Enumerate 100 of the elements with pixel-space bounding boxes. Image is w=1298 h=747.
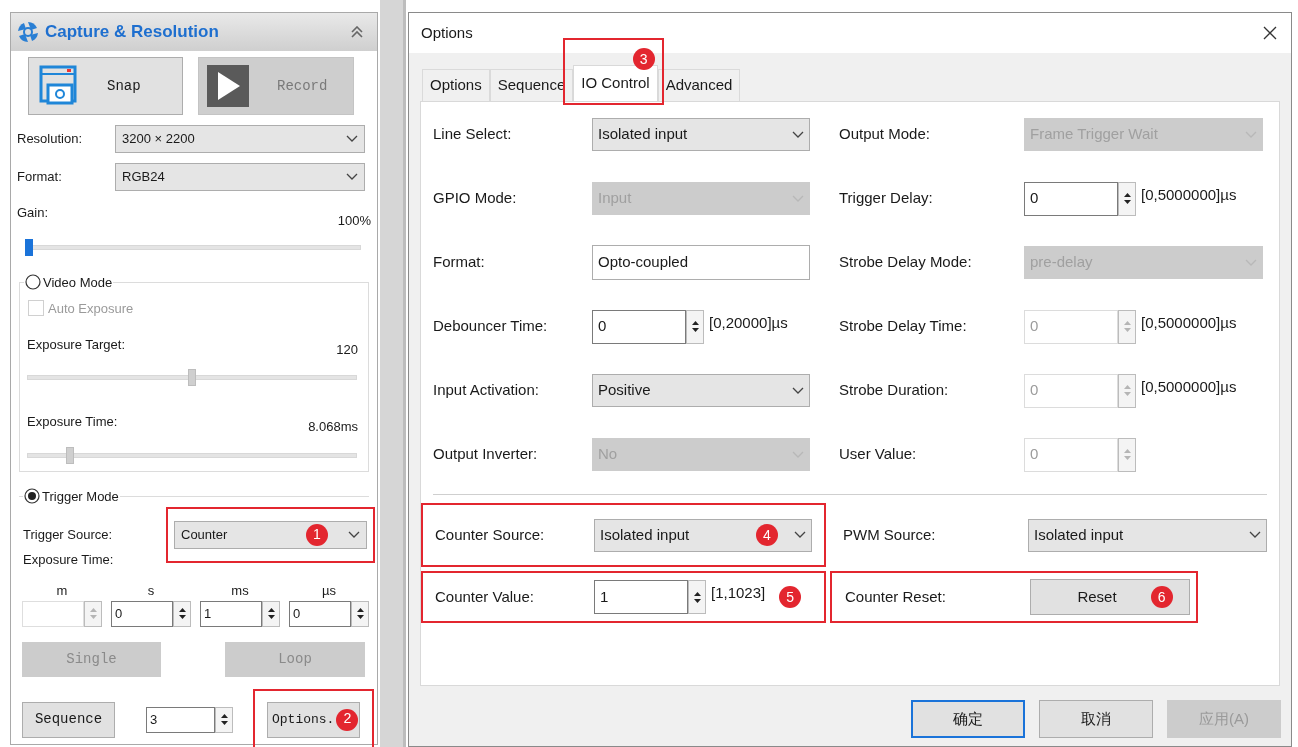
up-arrow-icon xyxy=(1123,321,1131,325)
options-button[interactable]: Options. 2 xyxy=(267,701,360,738)
field-label: Debouncer Time: xyxy=(433,316,549,337)
chevron-down-icon xyxy=(794,531,806,539)
reset-button[interactable]: Reset 6 xyxy=(1030,579,1190,615)
field-label: Trigger Delay: xyxy=(839,188,934,209)
dialog-button[interactable]: 取消 xyxy=(1039,700,1153,738)
up-arrow-icon xyxy=(267,608,275,612)
unit-label: µs xyxy=(322,581,336,600)
camera-window-icon xyxy=(37,65,79,107)
range-hint: [0,5000000]µs xyxy=(1141,184,1237,205)
callout-badge: 1 xyxy=(306,523,328,546)
dropdown[interactable]: Positive xyxy=(592,374,810,407)
down-arrow-icon xyxy=(693,598,701,603)
gain-reading: 100% xyxy=(337,212,371,230)
down-arrow-icon xyxy=(1123,392,1131,396)
slider-reading: 8.068ms xyxy=(308,418,358,436)
dropdown[interactable]: Isolated input xyxy=(1028,518,1267,552)
down-arrow-icon xyxy=(220,721,228,725)
sequence-button[interactable]: Sequence xyxy=(22,701,115,738)
number-field[interactable]: 3 xyxy=(146,706,215,733)
number-field[interactable]: 0 xyxy=(111,600,173,627)
up-arrow-icon xyxy=(89,608,97,612)
up-arrow-icon xyxy=(1123,385,1131,389)
up-arrow-icon xyxy=(356,608,364,612)
unit-label: m xyxy=(56,581,68,600)
field-label: Trigger Source: xyxy=(23,525,114,544)
slider-track[interactable] xyxy=(27,446,357,464)
up-arrow-icon xyxy=(1123,449,1131,453)
callout-badge: 4 xyxy=(756,524,778,546)
field-label: Strobe Delay Mode: xyxy=(839,252,973,273)
dropdown[interactable]: Isolated input xyxy=(592,118,810,151)
dropdown[interactable]: Counter 1 xyxy=(174,520,367,549)
slider-thumb[interactable] xyxy=(25,238,33,256)
tab[interactable]: Advanced xyxy=(657,69,741,101)
spin-buttons[interactable] xyxy=(688,580,706,614)
number-field[interactable]: 0 xyxy=(289,600,351,627)
chevron-down-icon xyxy=(346,173,358,181)
chevron-down-icon xyxy=(792,386,804,395)
field-label: Exposure Time: xyxy=(27,413,118,431)
down-arrow-icon xyxy=(356,615,364,619)
number-field[interactable]: 1 xyxy=(200,600,262,627)
spin-buttons[interactable] xyxy=(686,309,704,344)
range-hint: [0,20000]µs xyxy=(709,312,788,333)
slider-track[interactable] xyxy=(27,369,357,386)
number-field[interactable]: 1 xyxy=(594,580,688,614)
down-arrow-icon xyxy=(1123,200,1131,204)
dropdown[interactable]: 3200 × 2200 xyxy=(115,125,365,153)
callout-badge: 5 xyxy=(779,586,802,608)
tab[interactable]: Options xyxy=(422,69,490,101)
tab[interactable]: Sequence xyxy=(489,69,574,101)
field-label: Resolution: xyxy=(17,130,84,149)
down-arrow-icon xyxy=(178,615,186,619)
up-arrow-icon xyxy=(1123,193,1131,197)
range-hint: [0,5000000]µs xyxy=(1141,312,1237,333)
field-label: Format: xyxy=(17,168,63,187)
slider-thumb[interactable] xyxy=(188,369,196,386)
field-label: PWM Source: xyxy=(843,524,937,545)
dropdown[interactable]: Isolated input 4 xyxy=(594,518,812,552)
up-arrow-icon xyxy=(693,591,701,596)
field-label: Strobe Delay Time: xyxy=(839,316,968,337)
spin-buttons[interactable] xyxy=(351,600,369,627)
spin-buttons[interactable] xyxy=(262,600,280,627)
snap-button[interactable]: Snap xyxy=(28,57,183,115)
field-label: Line Select: xyxy=(433,124,513,145)
field-label: Exposure Time: xyxy=(23,550,114,569)
range-hint: [0,5000000]µs xyxy=(1141,376,1237,397)
spin-buttons[interactable] xyxy=(173,600,191,627)
play-icon xyxy=(207,65,249,107)
number-field[interactable]: 0 xyxy=(592,309,686,344)
slider-track[interactable] xyxy=(25,238,361,256)
down-arrow-icon xyxy=(89,615,97,619)
field-label: GPIO Mode: xyxy=(433,188,518,209)
down-arrow-icon xyxy=(1123,456,1131,460)
number-field[interactable]: 0 xyxy=(1024,181,1118,216)
dropdown[interactable]: RGB24 xyxy=(115,163,365,191)
chevron-down-icon xyxy=(346,135,358,143)
trigger-mode-radio[interactable]: Trigger Mode xyxy=(23,486,120,506)
spin-buttons[interactable] xyxy=(1118,181,1136,216)
field-label: Gain: xyxy=(17,204,49,222)
up-arrow-icon xyxy=(178,608,186,612)
spin-buttons[interactable] xyxy=(215,706,233,733)
field-label: Input Activation: xyxy=(433,380,540,401)
field-label: Output Inverter: xyxy=(433,444,539,465)
down-arrow-icon xyxy=(267,615,275,619)
video-mode-radio[interactable]: Video Mode xyxy=(24,272,114,292)
callout-badge: 6 xyxy=(1150,586,1173,608)
callout-badge: 2 xyxy=(336,708,359,731)
down-arrow-icon xyxy=(1123,328,1131,332)
panel-title: Capture & Resolution xyxy=(45,21,219,44)
slider-reading: 120 xyxy=(336,340,358,359)
field-label: Format: xyxy=(433,252,486,273)
text-field[interactable]: Opto-coupled xyxy=(592,245,810,280)
field-label: Counter Source: xyxy=(435,524,546,545)
aperture-icon xyxy=(17,21,39,43)
down-arrow-icon xyxy=(691,328,699,332)
tab[interactable]: IO Control xyxy=(573,65,658,101)
slider-thumb[interactable] xyxy=(65,446,74,464)
chevron-down-icon xyxy=(1249,531,1261,539)
dialog-button[interactable]: 确定 xyxy=(911,700,1025,738)
